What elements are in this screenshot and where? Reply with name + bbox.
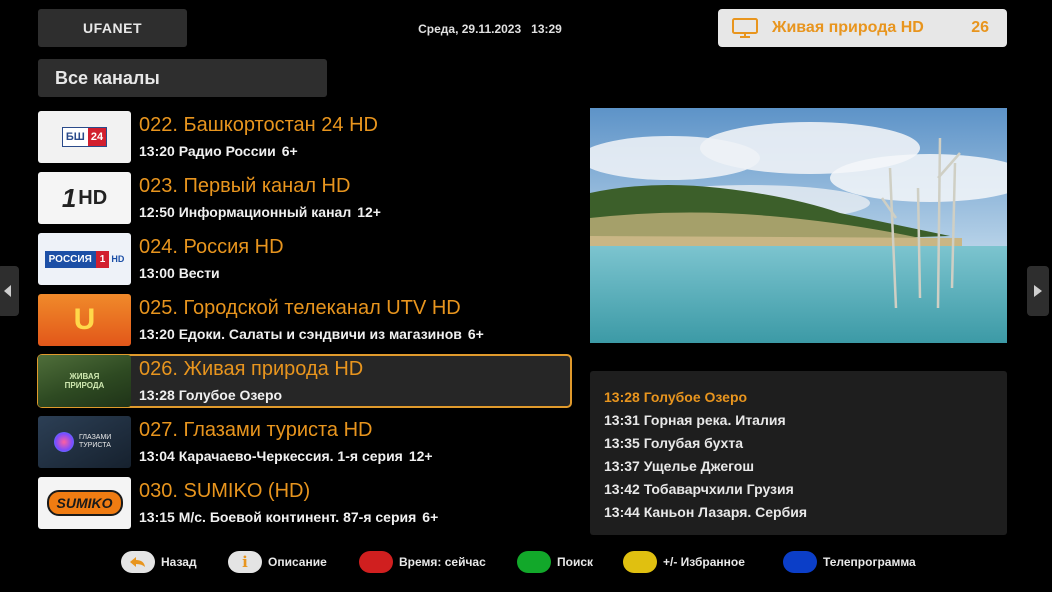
info-label: Описание: [268, 555, 327, 569]
channel-name: 030. SUMIKO (HD): [139, 480, 311, 502]
schedule-item[interactable]: 13:42 Тобаварчхили Грузия: [604, 481, 1007, 504]
age-rating: 12+: [357, 204, 381, 220]
yellow-label: +/- Избранное: [663, 555, 745, 569]
channel-logo: РОССИЯ 1 HD: [38, 233, 131, 285]
scroll-right-button[interactable]: [1027, 266, 1049, 316]
channel-logo: SUMIKO: [38, 477, 131, 529]
program-schedule: 13:28 Голубое Озеро 13:31 Горная река. И…: [590, 371, 1007, 535]
now-playing-title: Живая природа HD: [772, 19, 924, 36]
channel-logo: U: [38, 294, 131, 346]
now-playing-number: 26: [971, 19, 989, 36]
program-text: 13:28 Голубое Озеро: [139, 387, 283, 403]
program-text: 12:50 Информационный канал: [139, 204, 352, 220]
channel-row[interactable]: РОССИЯ 1 HD 024. Россия HD 13:00 Вести: [37, 232, 572, 286]
info-icon: i: [228, 551, 262, 573]
channel-name: 025. Городской телеканал UTV HD: [139, 297, 461, 319]
channel-row-selected[interactable]: ЖИВАЯ ПРИРОДА 026. Живая природа HD 13:2…: [37, 354, 572, 408]
channel-row[interactable]: ГЛАЗАМИ ТУРИСТА 027. Глазами туриста HD …: [37, 415, 572, 469]
program-text: 13:20 Радио России: [139, 143, 276, 159]
channel-name: 026. Живая природа HD: [139, 358, 364, 380]
chevron-left-icon: [4, 285, 11, 297]
age-rating: 6+: [422, 509, 439, 525]
age-rating: 6+: [467, 326, 484, 342]
channel-program: 13:15 М/с. Боевой континент. 87-я серия 6…: [139, 509, 438, 525]
yellow-key-icon: [623, 551, 657, 573]
program-text: 13:20 Едоки. Салаты и сэндвичи из магази…: [139, 326, 462, 342]
red-label: Время: сейчас: [399, 555, 486, 569]
section-title[interactable]: Все каналы: [38, 59, 327, 97]
back-arrow-icon: [121, 551, 155, 573]
lake-scene-image: [590, 108, 1007, 343]
channel-name: 024. Россия HD: [139, 236, 284, 258]
date-time: Среда, 29.11.2023 13:29: [380, 22, 600, 36]
green-key-icon: [517, 551, 551, 573]
channel-program: 12:50 Информационный канал 12+: [139, 204, 381, 220]
channel-name: 027. Глазами туриста HD: [139, 419, 373, 441]
back-label: Назад: [161, 555, 197, 569]
brand-logo: UFANET: [38, 9, 187, 47]
channel-program: 13:28 Голубое Озеро: [139, 387, 288, 403]
red-button[interactable]: Время: сейчас: [359, 548, 486, 576]
channel-row[interactable]: U 025. Городской телеканал UTV HD 13:20 …: [37, 293, 572, 347]
age-rating: 6+: [281, 143, 298, 159]
remote-legend: Назад i Описание Время: сейчас Поиск +/-…: [0, 548, 1052, 576]
channel-row[interactable]: БШ 24 022. Башкортостан 24 HD 13:20 Ради…: [37, 110, 572, 164]
channel-program: 13:20 Радио России 6+: [139, 143, 298, 159]
channel-program: 13:20 Едоки. Салаты и сэндвичи из магази…: [139, 326, 484, 342]
program-text: 13:04 Карачаево-Черкессия. 1-я серия: [139, 448, 403, 464]
channel-row[interactable]: SUMIKO 030. SUMIKO (HD) 13:15 М/с. Боево…: [37, 476, 572, 530]
channel-logo: ЖИВАЯ ПРИРОДА: [38, 355, 131, 407]
green-button[interactable]: Поиск: [517, 548, 593, 576]
channel-logo: 1 HD: [38, 172, 131, 224]
blue-label: Телепрограмма: [823, 555, 916, 569]
channel-logo: БШ 24: [38, 111, 131, 163]
yellow-button[interactable]: +/- Избранное: [623, 548, 745, 576]
video-preview[interactable]: [590, 108, 1007, 343]
time-text: 13:29: [531, 22, 562, 36]
back-button[interactable]: Назад: [121, 548, 197, 576]
info-button[interactable]: i Описание: [228, 548, 327, 576]
channel-logo: ГЛАЗАМИ ТУРИСТА: [38, 416, 131, 468]
scroll-left-button[interactable]: [0, 266, 19, 316]
schedule-item-current[interactable]: 13:28 Голубое Озеро: [604, 389, 1007, 412]
schedule-item[interactable]: 13:44 Каньон Лазаря. Сербия: [604, 504, 1007, 527]
chevron-right-icon: [1034, 285, 1042, 297]
blue-button[interactable]: Телепрограмма: [783, 548, 916, 576]
channel-name: 023. Первый канал HD: [139, 175, 351, 197]
channel-program: 13:04 Карачаево-Черкессия. 1-я серия 12+: [139, 448, 433, 464]
green-label: Поиск: [557, 555, 594, 569]
schedule-item[interactable]: 13:31 Горная река. Италия: [604, 412, 1007, 435]
schedule-item[interactable]: 13:37 Ущелье Джегош: [604, 458, 1007, 481]
red-key-icon: [359, 551, 393, 573]
channel-name: 022. Башкортостан 24 HD: [139, 114, 378, 136]
age-rating: 12+: [408, 448, 433, 464]
schedule-item[interactable]: 13:35 Голубая бухта: [604, 435, 1007, 458]
date-text: Среда, 29.11.2023: [418, 22, 522, 36]
now-playing-bar[interactable]: Живая природа HD 26: [718, 9, 1007, 47]
tv-icon: [732, 18, 758, 38]
program-text: 13:00 Вести: [139, 265, 220, 281]
program-text: 13:15 М/с. Боевой континент. 87-я серия: [139, 509, 417, 525]
channel-row[interactable]: 1 HD 023. Первый канал HD 12:50 Информаци…: [37, 171, 572, 225]
channel-program: 13:00 Вести: [139, 265, 226, 281]
blue-key-icon: [783, 551, 817, 573]
